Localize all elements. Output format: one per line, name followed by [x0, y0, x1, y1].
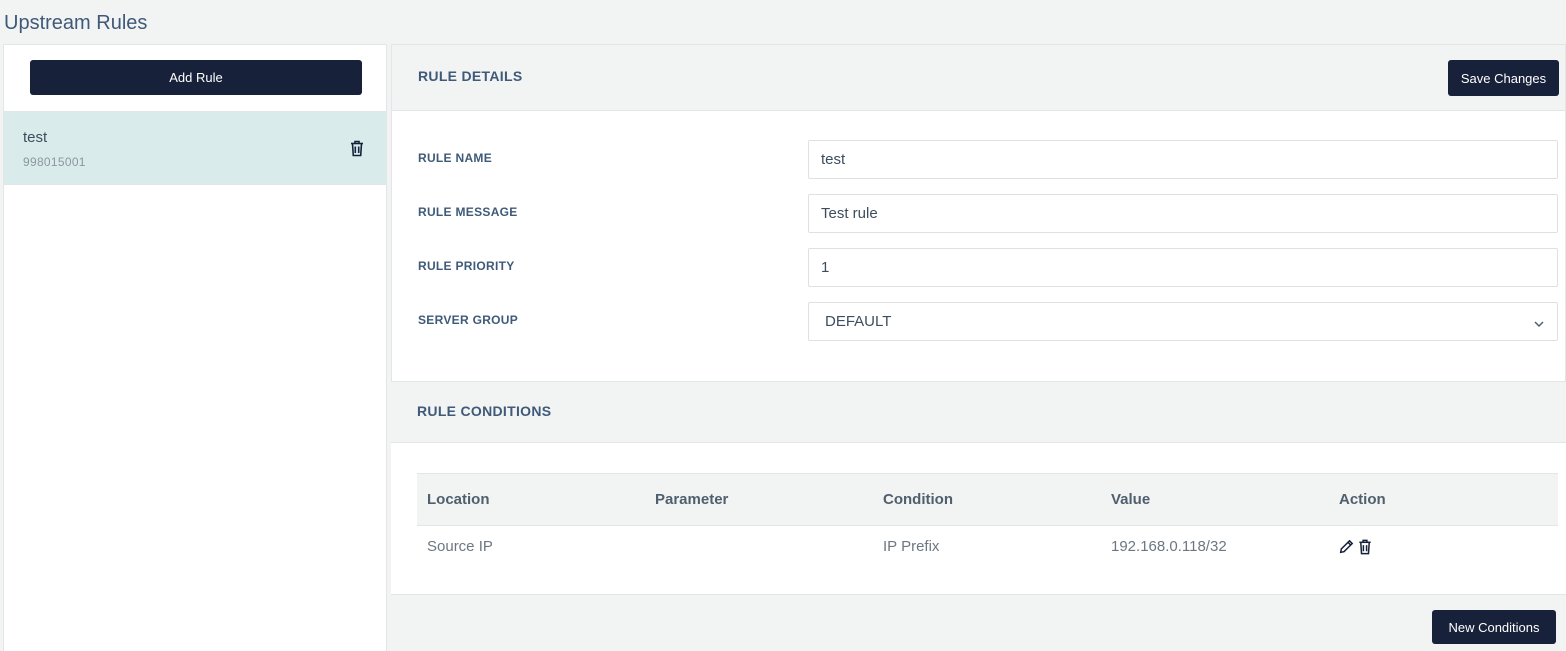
rule-list-item[interactable]: test 998015001 [4, 111, 386, 185]
rule-item-id: 998015001 [23, 155, 86, 169]
rule-priority-input[interactable] [808, 248, 1558, 287]
cell-location: Source IP [427, 538, 493, 556]
trash-icon[interactable] [348, 138, 366, 158]
cell-condition: IP Prefix [883, 538, 940, 556]
conditions-table: Location Parameter Condition Value Actio… [417, 473, 1558, 568]
chevron-down-icon [1533, 316, 1545, 334]
column-header-action: Action [1329, 473, 1558, 526]
column-header-condition: Condition [873, 473, 1101, 526]
rule-details-header: RULE DETAILS Save Changes [392, 45, 1565, 111]
column-header-value: Value [1101, 473, 1329, 526]
new-conditions-button[interactable]: New Conditions [1432, 610, 1556, 644]
server-group-select[interactable]: DEFAULT [808, 302, 1558, 341]
trash-icon[interactable] [1358, 539, 1372, 555]
table-row: Source IP IP Prefix 192.168.0.118/32 [417, 526, 1558, 568]
rule-message-input[interactable] [808, 194, 1558, 233]
rule-details-card: RULE DETAILS Save Changes RULE NAME RULE… [391, 44, 1566, 382]
rule-message-label: RULE MESSAGE [418, 205, 518, 219]
rule-name-input[interactable] [808, 140, 1558, 179]
rule-name-label: RULE NAME [418, 151, 493, 165]
cell-action [1329, 526, 1558, 568]
column-header-parameter: Parameter [645, 473, 873, 526]
server-group-label: SERVER GROUP [418, 313, 519, 327]
rule-item-name: test [23, 129, 48, 146]
save-changes-button[interactable]: Save Changes [1448, 60, 1559, 96]
page-title: Upstream Rules [4, 12, 148, 34]
add-rule-button[interactable]: Add Rule [30, 60, 362, 95]
pencil-icon[interactable] [1339, 539, 1354, 554]
rule-priority-label: RULE PRIORITY [418, 259, 515, 273]
rule-conditions-title: RULE CONDITIONS [417, 403, 552, 419]
table-header-row: Location Parameter Condition Value Actio… [417, 473, 1558, 526]
rule-conditions-body: Location Parameter Condition Value Actio… [391, 443, 1566, 595]
rules-list-panel: Add Rule test 998015001 [3, 44, 387, 651]
cell-value: 192.168.0.118/32 [1111, 538, 1227, 556]
column-header-location: Location [417, 473, 645, 526]
server-group-value: DEFAULT [825, 313, 892, 330]
rule-details-title: RULE DETAILS [418, 68, 523, 84]
cell-parameter [645, 526, 873, 568]
rule-conditions-header: RULE CONDITIONS [391, 382, 1566, 443]
